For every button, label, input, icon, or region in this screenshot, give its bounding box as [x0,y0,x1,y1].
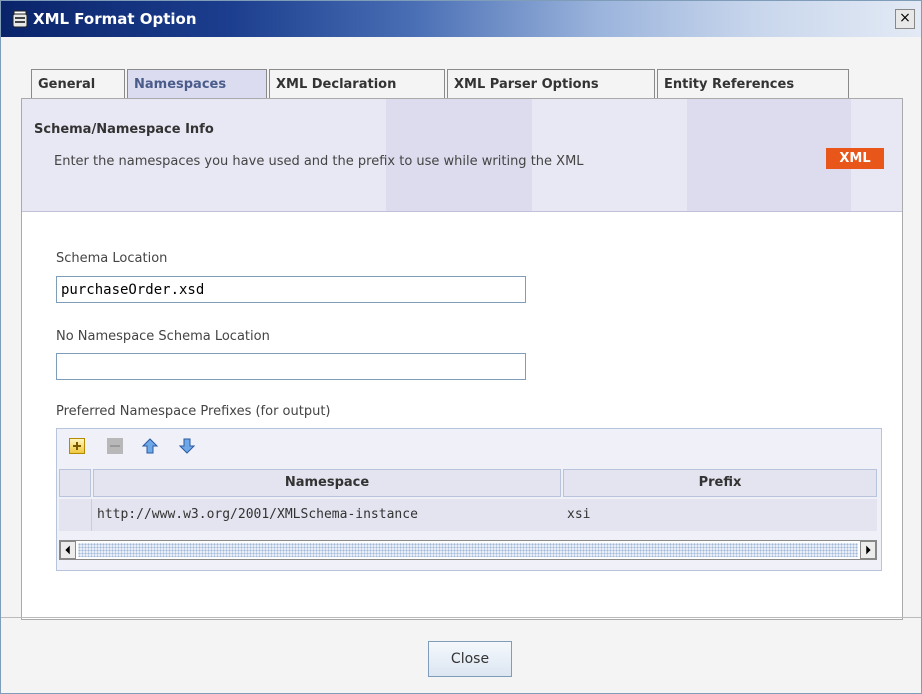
prefixes-label: Preferred Namespace Prefixes (for output… [56,404,331,419]
column-header-prefix[interactable]: Prefix [563,469,877,497]
scrollbar-track[interactable] [78,543,858,557]
tab-general[interactable]: General [31,69,125,98]
info-header: Schema/Namespace Info Enter the namespac… [22,99,902,212]
add-icon[interactable] [69,438,85,454]
no-namespace-schema-label: No Namespace Schema Location [56,329,270,344]
grid-toolbar [57,429,881,463]
move-down-icon[interactable] [179,438,195,454]
info-title: Schema/Namespace Info [34,122,214,137]
window-close-button[interactable]: × [895,9,915,29]
schema-location-input[interactable] [56,276,526,303]
jar-icon [12,10,28,28]
scroll-left-icon[interactable] [60,541,76,559]
close-button[interactable]: Close [428,641,512,677]
column-header-namespace[interactable]: Namespace [93,469,561,497]
tab-xml-declaration[interactable]: XML Declaration [269,69,445,98]
namespace-cell[interactable]: http://www.w3.org/2001/XMLSchema-instanc… [97,499,418,531]
tab-xml-parser-options[interactable]: XML Parser Options [447,69,655,98]
horizontal-scrollbar[interactable] [59,540,877,560]
table-row[interactable]: http://www.w3.org/2001/XMLSchema-instanc… [59,499,877,531]
info-description: Enter the namespaces you have used and t… [54,154,584,169]
scroll-right-icon[interactable] [860,541,876,559]
dialog-window: XML Format Option × General Namespaces X… [0,0,922,694]
schema-location-label: Schema Location [56,251,168,266]
row-selector[interactable] [59,499,92,531]
move-up-icon[interactable] [142,438,158,454]
namespaces-panel: Schema/Namespace Info Enter the namespac… [21,98,903,620]
tab-namespaces[interactable]: Namespaces [127,69,267,98]
row-header-corner [59,469,91,497]
title-bar[interactable]: XML Format Option × [1,1,921,37]
remove-icon[interactable] [107,438,123,454]
window-title: XML Format Option [33,10,197,28]
tab-entity-references[interactable]: Entity References [657,69,849,98]
prefixes-grid: Namespace Prefix http://www.w3.org/2001/… [56,428,882,571]
footer-divider [1,617,921,618]
prefix-cell[interactable]: xsi [567,499,590,531]
xml-badge: XML [826,148,884,169]
no-namespace-schema-input[interactable] [56,353,526,380]
